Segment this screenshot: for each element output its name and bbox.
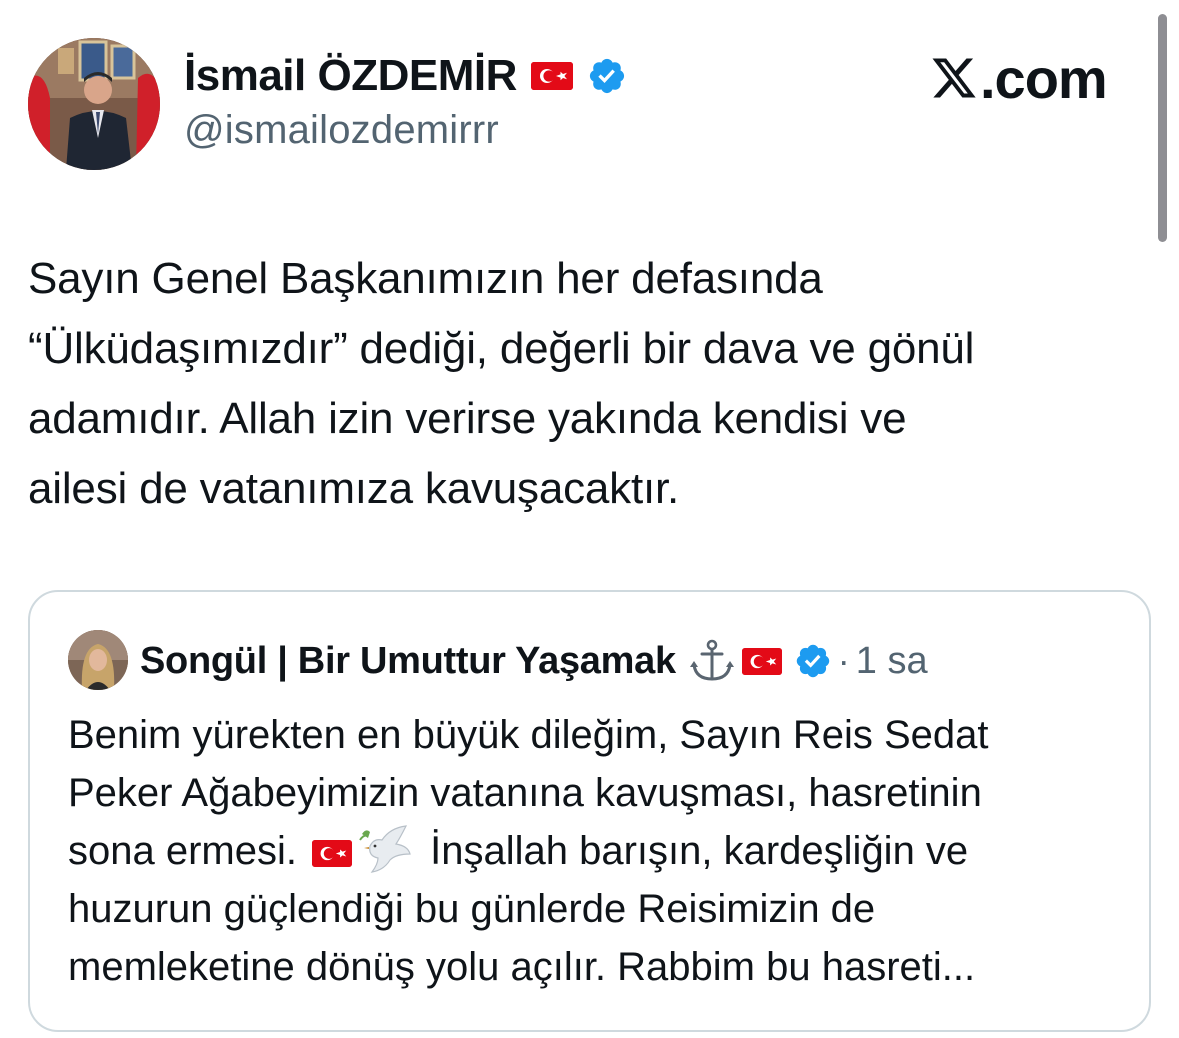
quoted-author-name[interactable]: Songül | Bir Umuttur Yaşamak bbox=[140, 640, 676, 683]
tweet-text-line: adamıdır. Allah izin verirse yakında ken… bbox=[28, 394, 907, 443]
quoted-text-line: huzurun güçlendiği bu günlerde Reisimizi… bbox=[68, 887, 876, 931]
quoted-text-line: memleketine dönüş yolu açılır. Rabbim bu… bbox=[68, 945, 976, 989]
quoted-tweet-header: Songül | Bir Umuttur Yaşamak · 1 sa bbox=[140, 632, 928, 690]
quoted-text-segment: sona ermesi. bbox=[68, 829, 297, 873]
quoted-text-line: Peker Ağabeyimizin vatanına kavuşması, h… bbox=[68, 771, 982, 815]
turkey-flag-icon bbox=[312, 840, 353, 867]
author-avatar[interactable] bbox=[28, 38, 160, 170]
quoted-author-avatar[interactable] bbox=[68, 630, 128, 690]
meta-separator: · bbox=[837, 640, 850, 681]
author-name-row: İsmail ÖZDEMİR bbox=[184, 48, 627, 104]
x-logo-icon bbox=[930, 54, 978, 102]
author-name[interactable]: İsmail ÖZDEMİR bbox=[184, 51, 517, 101]
vertical-scrollbar[interactable] bbox=[1158, 14, 1167, 242]
x-com-brand: .com bbox=[930, 44, 1108, 112]
verified-badge-icon bbox=[794, 642, 832, 680]
quoted-text-segment: İnşallah barışın, kardeşliğin ve bbox=[430, 829, 969, 873]
turkey-flag-icon bbox=[530, 62, 573, 90]
brand-domain-text: .com bbox=[980, 46, 1108, 110]
tweet-body: Sayın Genel Başkanımızın her defasında “… bbox=[28, 244, 1153, 524]
verified-badge-icon bbox=[587, 56, 627, 96]
tweet-text-line: “Ülküdaşımızdır” dediği, değerli bir dav… bbox=[28, 324, 975, 373]
tweet-screenshot: İsmail ÖZDEMİR @ismailozdemirrr .com Say… bbox=[0, 0, 1179, 1038]
quoted-text-line: Benim yürekten en büyük dileğim, Sayın R… bbox=[68, 713, 989, 757]
tweet-text-line: ailesi de vatanımıza kavuşacaktır. bbox=[28, 464, 680, 513]
author-handle[interactable]: @ismailozdemirrr bbox=[184, 108, 499, 153]
quoted-text-line: sona ermesi. İnşallah barışın, kardeşliğ… bbox=[68, 822, 1128, 880]
quoted-tweet-timestamp[interactable]: 1 sa bbox=[856, 640, 928, 683]
tweet-text-line: Sayın Genel Başkanımızın her defasında bbox=[28, 254, 823, 303]
quoted-tweet-body: Benim yürekten en büyük dileğim, Sayın R… bbox=[68, 706, 1128, 996]
turkey-flag-icon bbox=[741, 647, 782, 675]
dove-icon bbox=[356, 824, 412, 874]
anchor-icon bbox=[688, 637, 736, 685]
quoted-tweet-card[interactable]: Songül | Bir Umuttur Yaşamak · 1 sa Beni… bbox=[28, 590, 1151, 1032]
